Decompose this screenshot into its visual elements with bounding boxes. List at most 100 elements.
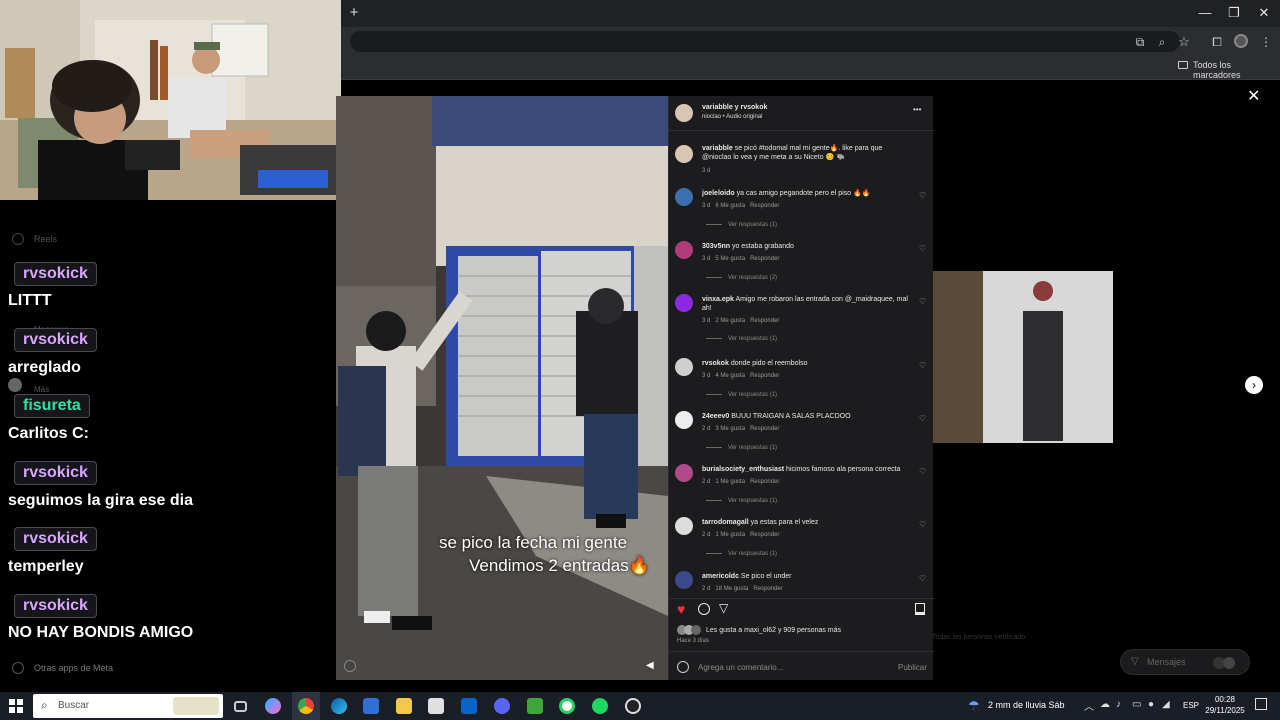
comment-icon[interactable] — [698, 603, 710, 615]
comment-likes[interactable]: 3 Me gusta — [715, 426, 745, 432]
whatsapp-icon[interactable] — [553, 692, 581, 720]
comment-likes[interactable]: 18 Me gusta — [715, 586, 748, 592]
audio-attribution-icon[interactable] — [344, 660, 356, 672]
reply-button[interactable]: Responder — [750, 532, 779, 538]
extensions-icon[interactable]: ⧠ — [1207, 32, 1227, 52]
like-comment-icon[interactable]: ♡ — [919, 244, 926, 253]
outlook-icon[interactable] — [455, 692, 483, 720]
more-options-button[interactable]: ••• — [913, 105, 921, 114]
view-replies-link[interactable]: Ver respuestas (1) — [706, 445, 777, 451]
reply-button[interactable]: Responder — [750, 373, 779, 379]
taskbar-search-box[interactable]: ⌕ Buscar — [33, 694, 223, 718]
copilot-icon[interactable] — [259, 692, 287, 720]
task-view-icon[interactable] — [226, 692, 254, 720]
emoji-icon[interactable] — [677, 661, 689, 673]
next-reel-preview[interactable] — [933, 271, 1113, 443]
comment-username[interactable]: 303v5nn — [702, 243, 730, 250]
discord-icon[interactable] — [488, 692, 516, 720]
reply-button[interactable]: Responder — [750, 203, 779, 209]
view-replies-link[interactable]: Ver respuestas (1) — [706, 336, 777, 342]
reply-button[interactable]: Responder — [750, 318, 779, 324]
clock-time[interactable]: 00:28 — [1207, 695, 1243, 704]
avatar[interactable] — [675, 464, 693, 482]
install-app-icon[interactable]: ⧉ — [1130, 32, 1150, 52]
comment-username[interactable]: burialsociety_enthusiast — [702, 466, 784, 473]
avatar[interactable] — [675, 571, 693, 589]
minimize-button[interactable]: — — [1192, 3, 1218, 23]
weather-text[interactable]: 2 mm de lluvia Sáb — [988, 700, 1065, 710]
close-window-button[interactable]: ✕ — [1251, 3, 1277, 23]
publish-button[interactable]: Publicar — [898, 663, 927, 672]
like-comment-icon[interactable]: ♡ — [919, 574, 926, 583]
avatar[interactable] — [675, 517, 693, 535]
view-replies-link[interactable]: Ver respuestas (1) — [706, 551, 777, 557]
tray-chevron-icon[interactable]: ︿ — [1084, 698, 1094, 713]
mute-icon[interactable]: ◀ — [646, 660, 658, 672]
avatar[interactable] — [675, 188, 693, 206]
file-explorer-icon[interactable] — [390, 692, 418, 720]
like-comment-icon[interactable]: ♡ — [919, 191, 926, 200]
comment-username[interactable]: vinxa.epk — [702, 296, 734, 303]
view-replies-link[interactable]: Ver respuestas (1) — [706, 392, 777, 398]
zoom-icon[interactable]: ⌕ — [1152, 32, 1172, 52]
comment-username[interactable]: 24eeev0 — [702, 413, 729, 420]
like-comment-icon[interactable]: ♡ — [919, 361, 926, 370]
profile-avatar[interactable] — [1234, 34, 1248, 48]
language-indicator[interactable]: ESP — [1183, 701, 1199, 710]
avatar[interactable] — [675, 241, 693, 259]
search-input[interactable]: Buscar — [58, 700, 89, 711]
caption-username[interactable]: variabble — [702, 145, 733, 152]
chrome-taskbar-icon[interactable] — [292, 692, 320, 720]
save-bookmark-icon[interactable] — [915, 603, 925, 615]
browser-menu-icon[interactable]: ⋮ — [1256, 32, 1276, 52]
like-heart-icon[interactable]: ♥ — [677, 601, 685, 617]
speaker-icon[interactable]: ◢ — [1162, 699, 1170, 710]
new-tab-button[interactable]: + — [345, 4, 363, 22]
windows-start-icon[interactable] — [2, 692, 30, 720]
comment-likes[interactable]: 2 Me gusta — [715, 318, 745, 324]
minecraft-icon[interactable] — [521, 692, 549, 720]
reply-button[interactable]: Responder — [750, 426, 779, 432]
more-nav-label[interactable]: Más — [34, 385, 49, 394]
reel-video[interactable]: se pico la fecha mi gente Vendimos 2 ent… — [336, 96, 668, 680]
view-replies-link[interactable]: Ver respuestas (2) — [706, 275, 777, 281]
like-comment-icon[interactable]: ♡ — [919, 467, 926, 476]
comment-username[interactable]: joeleloido — [702, 190, 735, 197]
like-comment-icon[interactable]: ♡ — [919, 414, 926, 423]
avatar[interactable] — [675, 294, 693, 312]
battery-icon[interactable]: ▭ — [1132, 699, 1141, 710]
comment-likes[interactable]: 6 Me gusta — [715, 203, 745, 209]
all-bookmarks-link[interactable]: Todos los marcadores — [1193, 60, 1280, 80]
avatar[interactable] — [675, 358, 693, 376]
view-replies-link[interactable]: Ver respuestas (1) — [706, 222, 777, 228]
like-comment-icon[interactable]: ♡ — [919, 520, 926, 529]
avatar[interactable] — [675, 145, 693, 163]
volume-icon[interactable]: ♪ — [1116, 699, 1121, 710]
spotify-icon[interactable] — [586, 692, 614, 720]
comment-likes[interactable]: 5 Me gusta — [715, 256, 745, 262]
likes-summary[interactable]: Les gusta a maxi_ol62 y 909 personas más — [706, 626, 841, 635]
store-icon[interactable] — [357, 692, 385, 720]
comment-username[interactable]: tarrodomagall — [702, 519, 749, 526]
share-icon[interactable]: ▽ — [719, 601, 728, 615]
bookmark-star-icon[interactable]: ☆ — [1174, 32, 1194, 52]
calculator-icon[interactable] — [422, 692, 450, 720]
comment-username[interactable]: americoldc — [702, 573, 739, 580]
comment-username[interactable]: rvsokok — [702, 360, 729, 367]
microphone-icon[interactable]: ● — [1148, 699, 1154, 710]
post-author[interactable]: variabble y rvsokok — [702, 103, 767, 112]
clock-date[interactable]: 29/11/2025 — [1201, 706, 1249, 715]
comment-likes[interactable]: 1 Me gusta — [715, 532, 745, 538]
comment-likes[interactable]: 1 Me gusta — [715, 479, 745, 485]
messages-pill[interactable]: ▽ Mensajes — [1120, 649, 1250, 675]
next-arrow-icon[interactable]: › — [1245, 376, 1263, 394]
like-comment-icon[interactable]: ♡ — [919, 297, 926, 306]
edge-icon[interactable] — [325, 692, 353, 720]
reply-button[interactable]: Responder — [750, 256, 779, 262]
restore-button[interactable]: ❐ — [1221, 3, 1247, 23]
reels-nav-label[interactable]: Reels — [34, 234, 57, 244]
comment-likes[interactable]: 4 Me gusta — [715, 373, 745, 379]
reply-button[interactable]: Responder — [750, 479, 779, 485]
address-bar[interactable]: ⧉ ⌕ ☆ — [350, 31, 1190, 52]
obs-icon[interactable] — [619, 692, 647, 720]
